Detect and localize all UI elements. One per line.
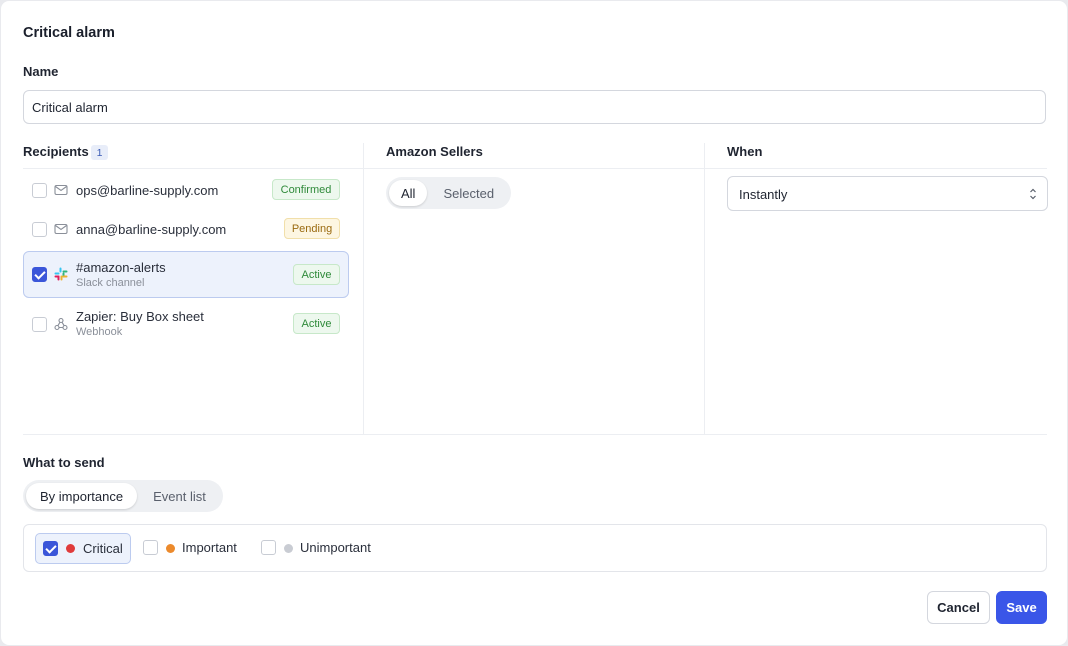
status-badge: Active xyxy=(293,264,340,285)
header-divider xyxy=(23,168,1047,169)
recipient-name: #amazon-alerts xyxy=(76,260,166,275)
name-input[interactable] xyxy=(23,90,1046,124)
recipient-name: ops@barline-supply.com xyxy=(76,183,219,198)
recipients-label: Recipients xyxy=(23,144,89,159)
dialog-title: Critical alarm xyxy=(23,25,115,41)
recipient-type: Slack channel xyxy=(76,277,145,289)
unimportant-label: Unimportant xyxy=(300,540,371,555)
recipient-checkbox[interactable] xyxy=(32,183,47,198)
mail-icon xyxy=(54,184,68,196)
column-divider xyxy=(363,143,364,435)
send-mode-segmented-control: By importance Event list xyxy=(23,480,223,512)
alert-dialog: Critical alarm Name Recipients 1 ops@bar… xyxy=(1,1,1067,645)
status-badge: Confirmed xyxy=(272,179,340,200)
unimportant-checkbox[interactable] xyxy=(261,540,276,555)
when-select[interactable]: Instantly xyxy=(727,176,1048,211)
sellers-option-all[interactable]: All xyxy=(389,180,428,206)
critical-dot-icon xyxy=(66,544,75,553)
important-dot-icon xyxy=(166,544,175,553)
sellers-option-selected[interactable]: Selected xyxy=(429,180,508,206)
cancel-button[interactable]: Cancel xyxy=(927,591,990,624)
important-label: Important xyxy=(182,540,237,555)
sellers-label: Amazon Sellers xyxy=(386,144,483,159)
recipient-item[interactable]: anna@barline-supply.com Pending xyxy=(23,212,349,248)
status-badge: Active xyxy=(293,313,340,334)
recipient-name: Zapier: Buy Box sheet xyxy=(76,309,204,324)
recipient-type: Webhook xyxy=(76,326,123,338)
tab-by-importance[interactable]: By importance xyxy=(26,483,138,509)
recipients-count-badge: 1 xyxy=(91,145,108,160)
webhook-icon xyxy=(54,317,68,331)
tab-event-list[interactable]: Event list xyxy=(139,483,220,509)
when-select-value: Instantly xyxy=(739,187,788,202)
column-divider xyxy=(704,143,705,435)
critical-label: Critical xyxy=(83,541,123,556)
chevron-up-down-icon xyxy=(1030,188,1036,200)
sellers-segmented-control: All Selected xyxy=(386,177,512,209)
save-button[interactable]: Save xyxy=(996,591,1047,624)
what-to-send-label: What to send xyxy=(23,455,105,470)
important-checkbox[interactable] xyxy=(143,540,158,555)
recipient-item[interactable]: ops@barline-supply.com Confirmed xyxy=(23,173,349,209)
importance-important[interactable]: Important xyxy=(136,533,251,564)
mail-icon xyxy=(54,223,68,235)
recipient-item[interactable]: #amazon-alerts Slack channel Active xyxy=(23,251,349,298)
recipient-name: anna@barline-supply.com xyxy=(76,222,227,237)
recipient-checkbox[interactable] xyxy=(32,222,47,237)
importance-unimportant[interactable]: Unimportant xyxy=(254,533,384,564)
importance-critical[interactable]: Critical xyxy=(35,533,131,564)
name-label: Name xyxy=(23,64,59,79)
status-badge: Pending xyxy=(284,218,340,239)
recipient-checkbox[interactable] xyxy=(32,267,47,282)
critical-checkbox[interactable] xyxy=(43,541,58,556)
recipient-item[interactable]: Zapier: Buy Box sheet Webhook Active xyxy=(23,301,349,348)
section-divider xyxy=(23,434,1047,435)
when-label: When xyxy=(727,144,763,159)
unimportant-dot-icon xyxy=(284,544,293,553)
slack-icon xyxy=(54,267,68,281)
recipient-checkbox[interactable] xyxy=(32,317,47,332)
